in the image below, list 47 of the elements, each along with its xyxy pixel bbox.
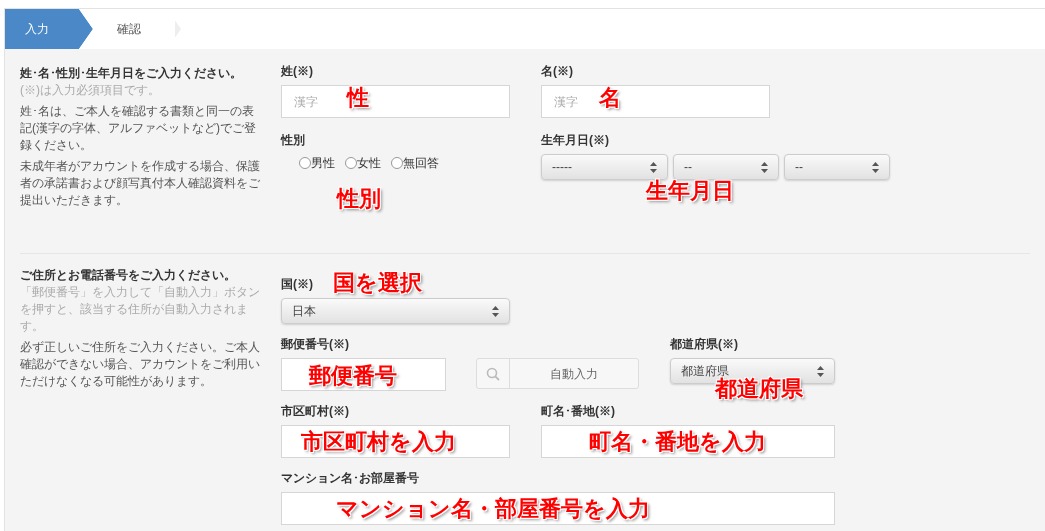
select-arrows-icon — [492, 305, 499, 317]
field-label: 名(※) — [541, 65, 573, 77]
field-label: マンション名･お部屋番号 — [281, 472, 419, 484]
field-label: 市区町村(※) — [281, 405, 349, 417]
select-arrows-icon — [817, 365, 824, 377]
annotation-label: 名 — [599, 87, 621, 109]
select-field[interactable]: -- — [784, 154, 890, 180]
annotation-label: 郵便番号 — [309, 365, 397, 387]
text-field[interactable] — [541, 425, 835, 458]
select-arrows-icon — [872, 161, 879, 173]
text-field[interactable] — [281, 358, 446, 391]
annotation-label: 国を選択 — [333, 272, 422, 294]
select-field[interactable]: -- — [673, 154, 779, 180]
help-text: 姓･名は、ご本人を確認する書類と同一の表記(漢字の字体、アルファベットなど)でご登録ください。 — [20, 103, 257, 154]
radio-button[interactable] — [391, 157, 403, 169]
field-label: 国(※) — [281, 278, 313, 290]
radio-button[interactable] — [299, 157, 311, 169]
annotation-label: 性 — [347, 87, 369, 109]
help-text: 必ず正しいご住所をご入力ください。ご本人確認ができない場合、アカウントをご利用いただけなくなる可能性があります。 — [20, 339, 260, 390]
annotation-label: 生年月日 — [646, 180, 734, 202]
radio-option[interactable]: 男性 — [299, 154, 335, 172]
section-heading: ご住所とお電話番号をご入力ください。 — [20, 267, 237, 284]
radio-option[interactable]: 女性 — [345, 154, 381, 172]
annotation-label: 性別 — [337, 188, 381, 210]
text-field[interactable] — [281, 492, 835, 525]
select-field[interactable]: 日本 — [281, 298, 510, 324]
help-text: 「郵便番号」を入力して「自動入力」ボタンを押すと、該当する住所が自動入力されます。 — [20, 284, 260, 335]
field-label: 生年月日(※) — [541, 134, 609, 146]
field-label: 都道府県(※) — [670, 338, 738, 350]
section-heading: 姓･名･性別･生年月日をご入力ください。 — [20, 65, 243, 82]
text-field[interactable] — [281, 425, 510, 458]
annotation-label: 市区町村を入力 — [301, 431, 456, 453]
help-text: (※)は入力必須項目です。 — [20, 82, 161, 99]
select-arrows-icon — [650, 161, 657, 173]
field-label: 姓(※) — [281, 65, 313, 77]
select-arrows-icon — [761, 161, 768, 173]
autofill-button[interactable]: 自動入力 — [476, 358, 639, 389]
field-label: 性別 — [281, 134, 305, 146]
annotation-label: マンション名・部屋番号を入力 — [336, 498, 650, 520]
field-label: 町名･番地(※) — [541, 405, 615, 417]
radio-button[interactable] — [345, 157, 357, 169]
help-text: 未成年者がアカウントを作成する場合、保護者の承諾書および顔写真付本人確認資料をご提出いただきます。 — [20, 158, 260, 209]
radio-option[interactable]: 無回答 — [391, 154, 439, 172]
select-field[interactable]: ----- — [541, 154, 668, 180]
field-label: 郵便番号(※) — [281, 338, 349, 350]
annotation-label: 町名・番地を入力 — [589, 431, 766, 453]
search-icon — [486, 366, 500, 381]
